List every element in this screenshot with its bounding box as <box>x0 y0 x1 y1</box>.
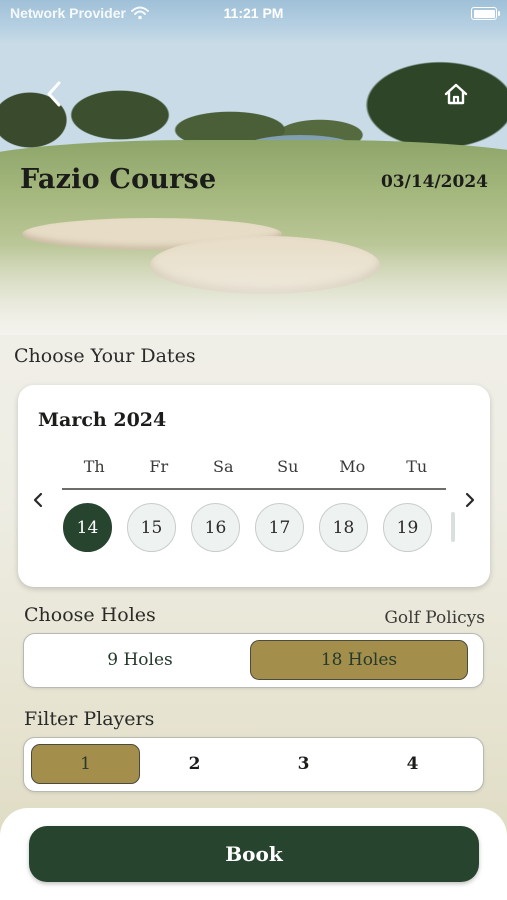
day-button[interactable]: 17 <box>255 503 304 552</box>
holes-heading: Choose Holes <box>24 604 156 626</box>
status-time: 11:21 PM <box>223 5 284 21</box>
day-button[interactable]: 19 <box>383 503 432 552</box>
book-button[interactable]: Book <box>29 826 479 882</box>
home-icon <box>444 83 468 105</box>
chevron-left-icon <box>47 81 61 107</box>
month-label: March 2024 <box>38 409 167 431</box>
weekday-label: Th <box>83 457 105 476</box>
holes-selector: 9 Holes 18 Holes <box>23 633 484 688</box>
divider <box>62 488 446 490</box>
players-heading: Filter Players <box>24 708 155 730</box>
battery-icon <box>471 7 500 20</box>
players-selector: 1 2 3 4 <box>23 737 484 792</box>
golf-policy-link[interactable]: Golf Policys <box>384 608 485 628</box>
chevron-right-icon <box>465 492 475 508</box>
hero-fade <box>0 245 507 335</box>
weekday-row: Th Fr Sa Su Mo Tu <box>62 457 449 476</box>
day-button[interactable]: 15 <box>127 503 176 552</box>
dates-heading: Choose Your Dates <box>14 345 196 367</box>
course-title: Fazio Course <box>20 164 217 195</box>
nine-holes-option[interactable]: 9 Holes <box>30 640 250 680</box>
player-option-1[interactable]: 1 <box>31 744 140 784</box>
back-button[interactable] <box>34 74 74 114</box>
weekday-label: Sa <box>213 457 234 476</box>
player-option-2[interactable]: 2 <box>140 744 249 784</box>
day-button-partial[interactable] <box>451 512 455 542</box>
weekday-label: Tu <box>406 457 428 476</box>
player-option-3[interactable]: 3 <box>249 744 358 784</box>
day-button[interactable]: 18 <box>319 503 368 552</box>
previous-dates-button[interactable] <box>26 488 50 512</box>
weekday-label: Fr <box>149 457 169 476</box>
weekday-label: Mo <box>339 457 366 476</box>
date-picker-card: March 2024 Th Fr Sa Su Mo Tu 14 15 16 17… <box>18 385 490 587</box>
player-option-4[interactable]: 4 <box>358 744 467 784</box>
day-row: 14 15 16 17 18 19 <box>63 503 432 552</box>
next-dates-button[interactable] <box>458 488 482 512</box>
course-date: 03/14/2024 <box>380 172 488 192</box>
day-button-selected[interactable]: 14 <box>63 503 112 552</box>
bottom-action-bar: Book <box>0 808 507 900</box>
weekday-label: Su <box>277 457 299 476</box>
eighteen-holes-option[interactable]: 18 Holes <box>250 640 468 680</box>
day-button[interactable]: 16 <box>191 503 240 552</box>
home-button[interactable] <box>440 78 472 110</box>
status-bar: Network Provider 11:21 PM <box>0 0 507 28</box>
chevron-left-icon <box>33 492 43 508</box>
